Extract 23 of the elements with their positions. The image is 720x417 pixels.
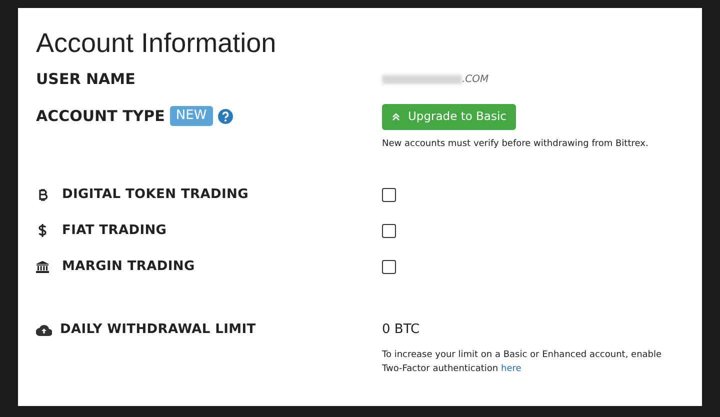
account-type-badge: NEW (170, 106, 213, 126)
user-name-value: .COM (462, 72, 489, 86)
help-icon[interactable] (218, 108, 233, 124)
permission-label: MARGIN TRADING (62, 258, 195, 276)
here-link[interactable]: here (501, 364, 522, 374)
checkbox[interactable] (382, 260, 396, 274)
checkbox[interactable] (382, 224, 396, 238)
permission-label: DIGITAL TOKEN TRADING (62, 186, 248, 204)
dollar-icon (38, 224, 47, 237)
verify-note: New accounts must verify before withdrawing from Bittrex. (382, 138, 648, 151)
checkbox[interactable] (382, 188, 396, 202)
field-label: USER NAME (36, 70, 136, 88)
page-title: Account Information (36, 27, 278, 60)
chevron-up-icon (392, 113, 400, 121)
field-label: ACCOUNT TYPE (36, 106, 165, 127)
withdrawal-note: To increase your limit on a Basic or Enhanced account, enable Two-Factor authentication here (382, 348, 663, 376)
upgrade-button[interactable]: Upgrade to Basic (382, 104, 516, 130)
bank-icon (36, 260, 49, 272)
cloud-upload-icon (36, 324, 52, 336)
bitcoin-icon (38, 188, 48, 200)
permission-label: FIAT TRADING (62, 222, 167, 240)
withdrawal-limit-value: 0 BTC (382, 320, 421, 338)
field-label: DAILY WITHDRAWAL LIMIT (60, 320, 256, 339)
